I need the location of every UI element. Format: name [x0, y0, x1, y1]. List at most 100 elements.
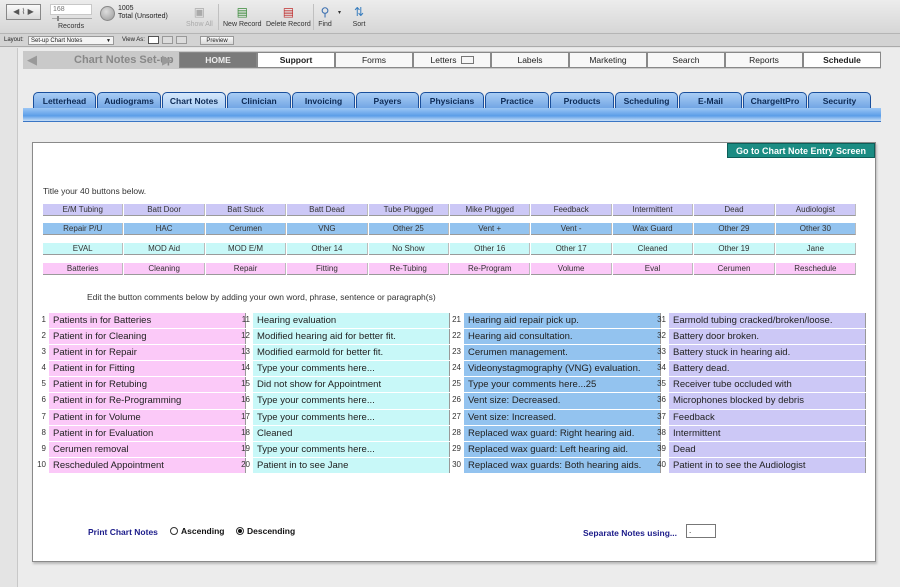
comment-field[interactable]: Type your comments here...25: [464, 377, 661, 393]
button-title-field[interactable]: MOD Aid: [124, 243, 205, 255]
nav-reports-button[interactable]: Reports: [725, 52, 803, 68]
comment-field[interactable]: Battery door broken.: [669, 329, 866, 345]
button-title-field[interactable]: Other 17: [531, 243, 612, 255]
button-title-field[interactable]: Repair P/U: [43, 223, 124, 235]
comment-field[interactable]: Cerumen management.: [464, 345, 661, 361]
nav-search-button[interactable]: Search: [647, 52, 725, 68]
button-title-field[interactable]: Volume: [531, 263, 612, 275]
new-record-button[interactable]: ▤ New Record: [223, 5, 262, 28]
record-slider-knob[interactable]: [57, 16, 59, 21]
button-title-field[interactable]: Batt Dead: [287, 204, 368, 216]
comment-field[interactable]: Type your comments here...: [253, 441, 450, 457]
comment-field[interactable]: Hearing aid repair pick up.: [464, 313, 661, 329]
tab-e-mail[interactable]: E-Mail: [679, 92, 742, 109]
radio-ascending-indicator[interactable]: [170, 527, 178, 535]
comment-field[interactable]: Modified earmold for better fit.: [253, 345, 450, 361]
button-title-field[interactable]: Other 16: [450, 243, 531, 255]
view-as-form-button[interactable]: [148, 36, 159, 44]
comment-field[interactable]: Replaced wax guard: Right hearing aid.: [464, 425, 661, 441]
button-title-field[interactable]: Cleaning: [124, 263, 205, 275]
comment-field[interactable]: Patient in for Fitting: [49, 361, 246, 377]
comment-field[interactable]: Patient in for Volume: [49, 409, 246, 425]
button-title-field[interactable]: Dead: [694, 204, 775, 216]
button-title-field[interactable]: Cerumen: [205, 223, 287, 235]
comment-field[interactable]: Patients in for Batteries: [49, 313, 246, 329]
book-navigator-icon[interactable]: ◀ ⌇ ▶: [6, 4, 41, 20]
button-title-field[interactable]: Fitting: [287, 263, 368, 275]
button-title-field[interactable]: EVAL: [43, 243, 124, 255]
button-title-field[interactable]: Cerumen: [694, 263, 775, 275]
button-title-field[interactable]: Jane: [775, 243, 857, 255]
comment-field[interactable]: Rescheduled Appointment: [49, 457, 246, 473]
comment-field[interactable]: Microphones blocked by debris: [669, 393, 866, 409]
comment-field[interactable]: Did not show for Appointment: [253, 377, 450, 393]
nav-labels-button[interactable]: Labels: [491, 52, 569, 68]
button-title-field[interactable]: Batteries: [43, 263, 124, 275]
tab-invoicing[interactable]: Invoicing: [292, 92, 355, 109]
comment-field[interactable]: Replaced wax guards: Both hearing aids.: [464, 457, 661, 473]
button-title-field[interactable]: Intermittent: [612, 204, 694, 216]
layout-select[interactable]: Set-up Chart Notes ▼: [28, 36, 114, 45]
button-title-field[interactable]: Batt Stuck: [205, 204, 287, 216]
comment-field[interactable]: Dead: [669, 441, 866, 457]
nav-letters-button[interactable]: Letters: [413, 52, 491, 68]
comment-field[interactable]: Type your comments here...: [253, 393, 450, 409]
comment-field[interactable]: Replaced wax guard: Left hearing aid.: [464, 441, 661, 457]
comment-field[interactable]: Patient in to see the Audiologist: [669, 457, 866, 473]
comment-field[interactable]: Patient in for Evaluation: [49, 425, 246, 441]
button-title-field[interactable]: Eval: [612, 263, 694, 275]
comment-field[interactable]: Patient in for Re-Programming: [49, 393, 246, 409]
button-title-field[interactable]: Re-Program: [450, 263, 531, 275]
sort-button[interactable]: ⇅ Sort: [352, 5, 366, 28]
tab-payers[interactable]: Payers: [356, 92, 419, 109]
nav-marketing-button[interactable]: Marketing: [569, 52, 647, 68]
button-title-field[interactable]: Other 25: [368, 223, 450, 235]
button-title-field[interactable]: HAC: [124, 223, 205, 235]
find-dropdown-icon[interactable]: ▾: [338, 9, 341, 16]
button-title-field[interactable]: Other 19: [694, 243, 775, 255]
comment-field[interactable]: Hearing aid consultation.: [464, 329, 661, 345]
comment-field[interactable]: Patient in for Retubing: [49, 377, 246, 393]
tab-products[interactable]: Products: [550, 92, 614, 109]
comment-field[interactable]: Patient in to see Jane: [253, 457, 450, 473]
comment-field[interactable]: Type your comments here...: [253, 361, 450, 377]
tab-chargeitpro[interactable]: ChargeItPro: [743, 92, 807, 109]
button-title-field[interactable]: Re-Tubing: [368, 263, 450, 275]
nav-support-button[interactable]: Support: [257, 52, 335, 68]
view-as-list-button[interactable]: [162, 36, 173, 44]
tab-letterhead[interactable]: Letterhead: [33, 92, 96, 109]
separator-input[interactable]: .: [686, 524, 716, 538]
comment-field[interactable]: Cerumen removal: [49, 441, 246, 457]
comment-field[interactable]: Feedback: [669, 409, 866, 425]
button-title-field[interactable]: Reschedule: [775, 263, 857, 275]
view-as-table-button[interactable]: [176, 36, 187, 44]
comment-field[interactable]: Receiver tube occluded with: [669, 377, 866, 393]
comment-field[interactable]: Earmold tubing cracked/broken/loose.: [669, 313, 866, 329]
button-title-field[interactable]: No Show: [368, 243, 450, 255]
button-title-field[interactable]: Batt Door: [124, 204, 205, 216]
comment-field[interactable]: Modified hearing aid for better fit.: [253, 329, 450, 345]
button-title-field[interactable]: Wax Guard: [612, 223, 694, 235]
comment-field[interactable]: Type your comments here...: [253, 409, 450, 425]
button-title-field[interactable]: Tube Plugged: [368, 204, 450, 216]
show-all-button[interactable]: ▣ Show All: [186, 5, 213, 28]
tab-audiograms[interactable]: Audiograms: [97, 92, 161, 109]
tab-chart-notes[interactable]: Chart Notes: [162, 92, 226, 109]
tab-physicians[interactable]: Physicians: [420, 92, 484, 109]
comment-field[interactable]: Vent size: Decreased.: [464, 393, 661, 409]
record-number-input[interactable]: 168: [50, 4, 92, 15]
button-title-field[interactable]: Other 29: [694, 223, 775, 235]
vertical-scrollbar[interactable]: [882, 48, 900, 587]
tab-practice[interactable]: Practice: [485, 92, 549, 109]
tab-scheduling[interactable]: Scheduling: [615, 92, 678, 109]
nav-home-button[interactable]: HOME: [179, 52, 257, 68]
button-title-field[interactable]: Other 30: [775, 223, 857, 235]
tab-clinician[interactable]: Clinician: [227, 92, 291, 109]
nav-forms-button[interactable]: Forms: [335, 52, 413, 68]
comment-field[interactable]: Intermittent: [669, 425, 866, 441]
delete-record-button[interactable]: ▤ Delete Record: [266, 5, 311, 28]
radio-descending-indicator[interactable]: [236, 527, 244, 535]
button-title-field[interactable]: Repair: [205, 263, 287, 275]
forward-arrow-icon[interactable]: ▶: [162, 52, 172, 68]
preview-button[interactable]: Preview: [200, 36, 234, 45]
